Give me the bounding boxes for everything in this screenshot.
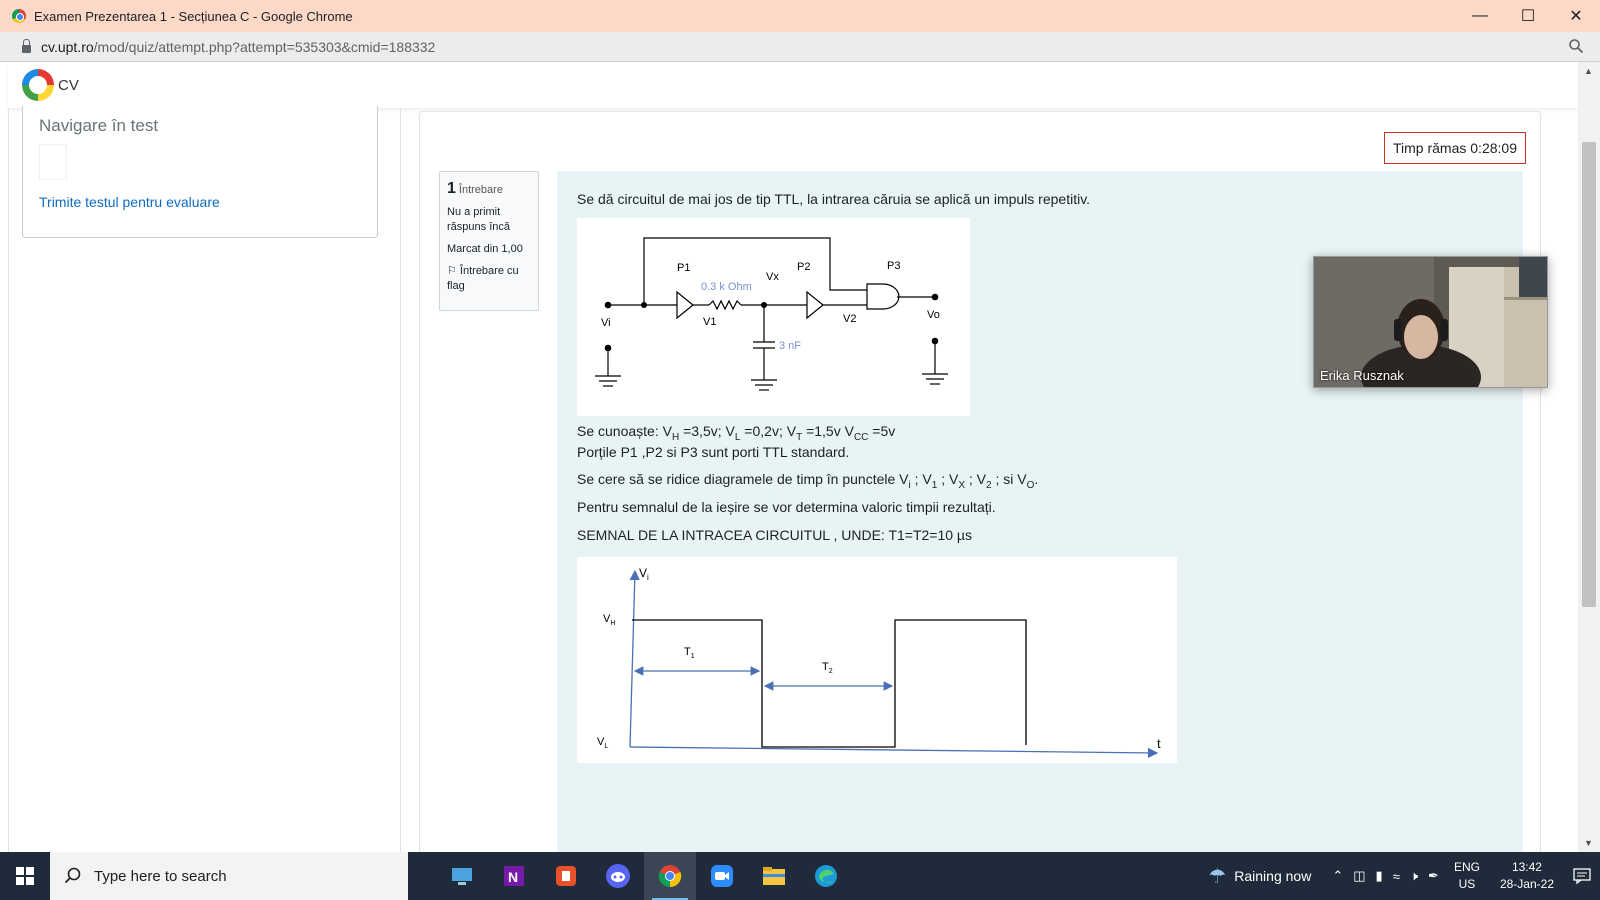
- taskbar-app-file-explorer[interactable]: [748, 852, 800, 900]
- battery-icon[interactable]: ▮: [1376, 868, 1383, 884]
- svg-text:N: N: [508, 869, 518, 885]
- quiz-navigation-block: Navigare în test Trimite testul pentru e…: [22, 106, 378, 238]
- quiz-navigation-title: Navigare în test: [39, 116, 159, 135]
- taskbar-app-zoom[interactable]: [696, 852, 748, 900]
- presentation-app-icon: [556, 866, 576, 886]
- notification-icon: [1573, 868, 1591, 884]
- question-info-panel: 1 Întrebare Nu a primit răspuns încă Marc…: [439, 171, 539, 311]
- label-vx: Vx: [766, 271, 779, 283]
- circuit-diagram: P1 P2 P3 Vx Vi V1 V2 Vo 0.3 k Ohm 3 nF: [577, 218, 970, 416]
- output-line: Pentru semnalul de la ieșire se vor dete…: [577, 499, 996, 515]
- taskbar-app-chrome[interactable]: [644, 852, 696, 900]
- label-vi: Vi: [601, 317, 611, 329]
- taskbar-search-placeholder: Type here to search: [94, 867, 227, 885]
- taskbar-app-onenote[interactable]: N: [488, 852, 540, 900]
- chevron-up-icon[interactable]: ⌃: [1332, 868, 1343, 884]
- chrome-logo-icon: [12, 9, 26, 23]
- start-button[interactable]: [0, 852, 50, 900]
- question-number: 1: [447, 180, 456, 197]
- taskbar-app-presentation[interactable]: [540, 852, 592, 900]
- close-window-button[interactable]: ✕: [1552, 0, 1600, 32]
- taskbar-app-edge[interactable]: [800, 852, 852, 900]
- site-name[interactable]: CV: [58, 77, 79, 94]
- webcam-participant-name: Erika Rusznak: [1320, 368, 1404, 383]
- zoom-icon[interactable]: [1568, 38, 1584, 54]
- label-p3: P3: [887, 260, 900, 272]
- scrollbar-thumb[interactable]: [1582, 142, 1596, 607]
- signal-line: SEMNAL DE LA INTRACEA CIRCUITUL , UNDE: …: [577, 527, 972, 543]
- site-header: CV: [8, 62, 1578, 108]
- time-left-timer: Timp rămas 0:28:09: [1384, 132, 1526, 164]
- task-line: Se cere să se ridice diagramele de timp …: [577, 471, 1039, 491]
- flag-icon: ⚐: [447, 265, 460, 277]
- weather-text: Raining now: [1234, 868, 1312, 884]
- question-word: Întrebare: [458, 184, 503, 196]
- vertical-scrollbar[interactable]: ▲ ▼: [1578, 62, 1600, 852]
- label-p2: P2: [797, 261, 810, 273]
- page-left-border: [8, 108, 9, 852]
- label-p1: P1: [677, 262, 690, 274]
- taskbar-app-discord[interactable]: [592, 852, 644, 900]
- window-title: Examen Prezentarea 1 - Secțiunea C - Goo…: [34, 8, 353, 24]
- site-logo-icon[interactable]: [22, 69, 54, 101]
- clock[interactable]: 13:42 28-Jan-22: [1500, 859, 1554, 893]
- umbrella-icon: ☂: [1208, 865, 1227, 888]
- chrome-icon: [658, 865, 682, 888]
- system-tray: ☂ Raining now ⌃ ◫ ▮ ≈ 🕨 ✒ ENG US 13:42 28…: [1208, 852, 1600, 900]
- onenote-icon: N: [504, 866, 524, 886]
- question-nav-button-1[interactable]: [39, 144, 67, 180]
- discord-icon: [606, 864, 630, 888]
- svg-text:VH: VH: [603, 613, 615, 627]
- minimize-button[interactable]: —: [1456, 0, 1504, 32]
- windows-logo-icon: [16, 867, 34, 885]
- lock-icon: [22, 38, 31, 53]
- input-signal-diagram: Vi VH VL T1 T2 t: [577, 557, 1177, 763]
- known-values-line: Se cunoaște: VH =3,5v; VL =0,2v; VT =1,5…: [577, 423, 896, 443]
- flag-question-link[interactable]: ⚐ Întrebare cu flag: [447, 264, 531, 294]
- edge-icon: [815, 865, 837, 887]
- question-mark: Marcat din 1,00: [447, 243, 523, 255]
- speaker-icon[interactable]: 🕨: [1410, 868, 1418, 884]
- capacitor-label: 3 nF: [779, 340, 801, 352]
- label-v2: V2: [843, 313, 856, 325]
- question-intro: Se dă circuitul de mai jos de tip TTL, l…: [577, 191, 1091, 207]
- url-text[interactable]: cv.upt.ro/mod/quiz/attempt.php?attempt=5…: [41, 39, 435, 55]
- weather-widget[interactable]: ☂ Raining now: [1208, 864, 1311, 889]
- question-status: Nu a primit răspuns încă: [447, 206, 510, 233]
- taskbar-search-box[interactable]: Type here to search: [50, 852, 408, 900]
- scroll-down-icon[interactable]: ▼: [1584, 838, 1593, 848]
- windows-taskbar: Type here to search N ☂ Raining now ⌃ ◫ …: [0, 852, 1600, 900]
- label-v1: V1: [703, 316, 716, 328]
- clock-time: 13:42: [1511, 860, 1542, 874]
- clock-date: 28-Jan-22: [1499, 877, 1554, 891]
- svg-text:VL: VL: [597, 736, 608, 750]
- submit-quiz-link[interactable]: Trimite testul pentru evaluare: [39, 194, 220, 210]
- folder-icon: [763, 867, 785, 885]
- address-bar[interactable]: cv.upt.ro/mod/quiz/attempt.php?attempt=5…: [0, 32, 1600, 62]
- svg-text:Vi: Vi: [639, 566, 649, 582]
- taskbar-app-desktop[interactable]: [436, 852, 488, 900]
- svg-text:t: t: [1157, 736, 1161, 751]
- webcam-overlay[interactable]: Erika Rusznak: [1313, 256, 1548, 388]
- region-divider: [400, 108, 401, 852]
- notifications-button[interactable]: [1564, 868, 1600, 884]
- pen-icon[interactable]: ✒: [1428, 868, 1439, 884]
- resistor-label: 0.3 k Ohm: [701, 281, 752, 293]
- gates-line: Porțile P1 ,P2 si P3 sunt porti TTL stan…: [577, 444, 850, 460]
- wifi-icon[interactable]: ≈: [1393, 869, 1400, 884]
- desktop-app-icon: [452, 868, 472, 885]
- scroll-up-icon[interactable]: ▲: [1584, 66, 1593, 76]
- search-icon: [64, 867, 81, 884]
- svg-text:T1: T1: [684, 646, 695, 660]
- label-vo: Vo: [927, 309, 940, 321]
- svg-text:T2: T2: [822, 661, 833, 675]
- meet-now-icon[interactable]: ◫: [1353, 868, 1365, 884]
- language-indicator[interactable]: ENG US: [1454, 859, 1480, 893]
- maximize-button[interactable]: ☐: [1504, 0, 1552, 32]
- browser-title-bar: Examen Prezentarea 1 - Secțiunea C - Goo…: [0, 0, 1600, 32]
- zoom-app-icon: [711, 865, 733, 887]
